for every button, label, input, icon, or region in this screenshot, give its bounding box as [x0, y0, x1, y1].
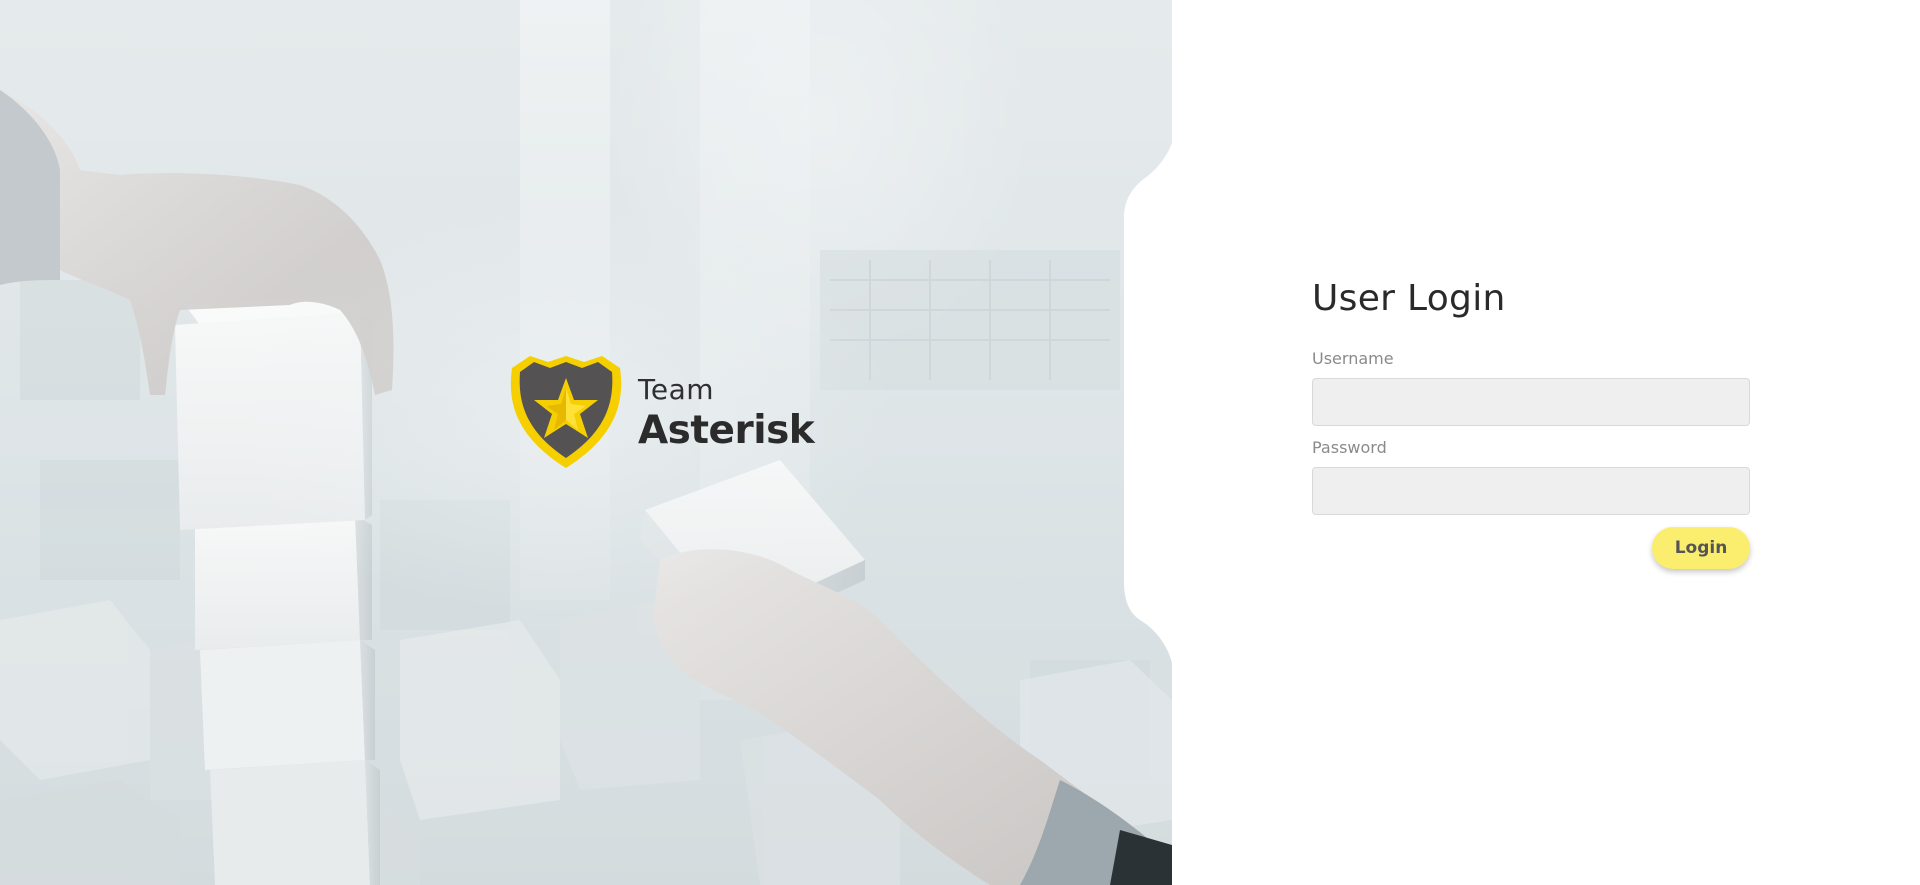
login-page: Team Asterisk User Login Username Passwo… [0, 0, 1920, 885]
login-button[interactable]: Login [1652, 527, 1750, 569]
password-input[interactable] [1312, 467, 1750, 515]
form-actions: Login [1312, 527, 1750, 569]
username-input[interactable] [1312, 378, 1750, 426]
login-form: User Login Username Password Login [1312, 278, 1750, 569]
password-label: Password [1312, 438, 1387, 457]
login-title: User Login [1312, 278, 1506, 319]
username-label: Username [1312, 349, 1394, 368]
